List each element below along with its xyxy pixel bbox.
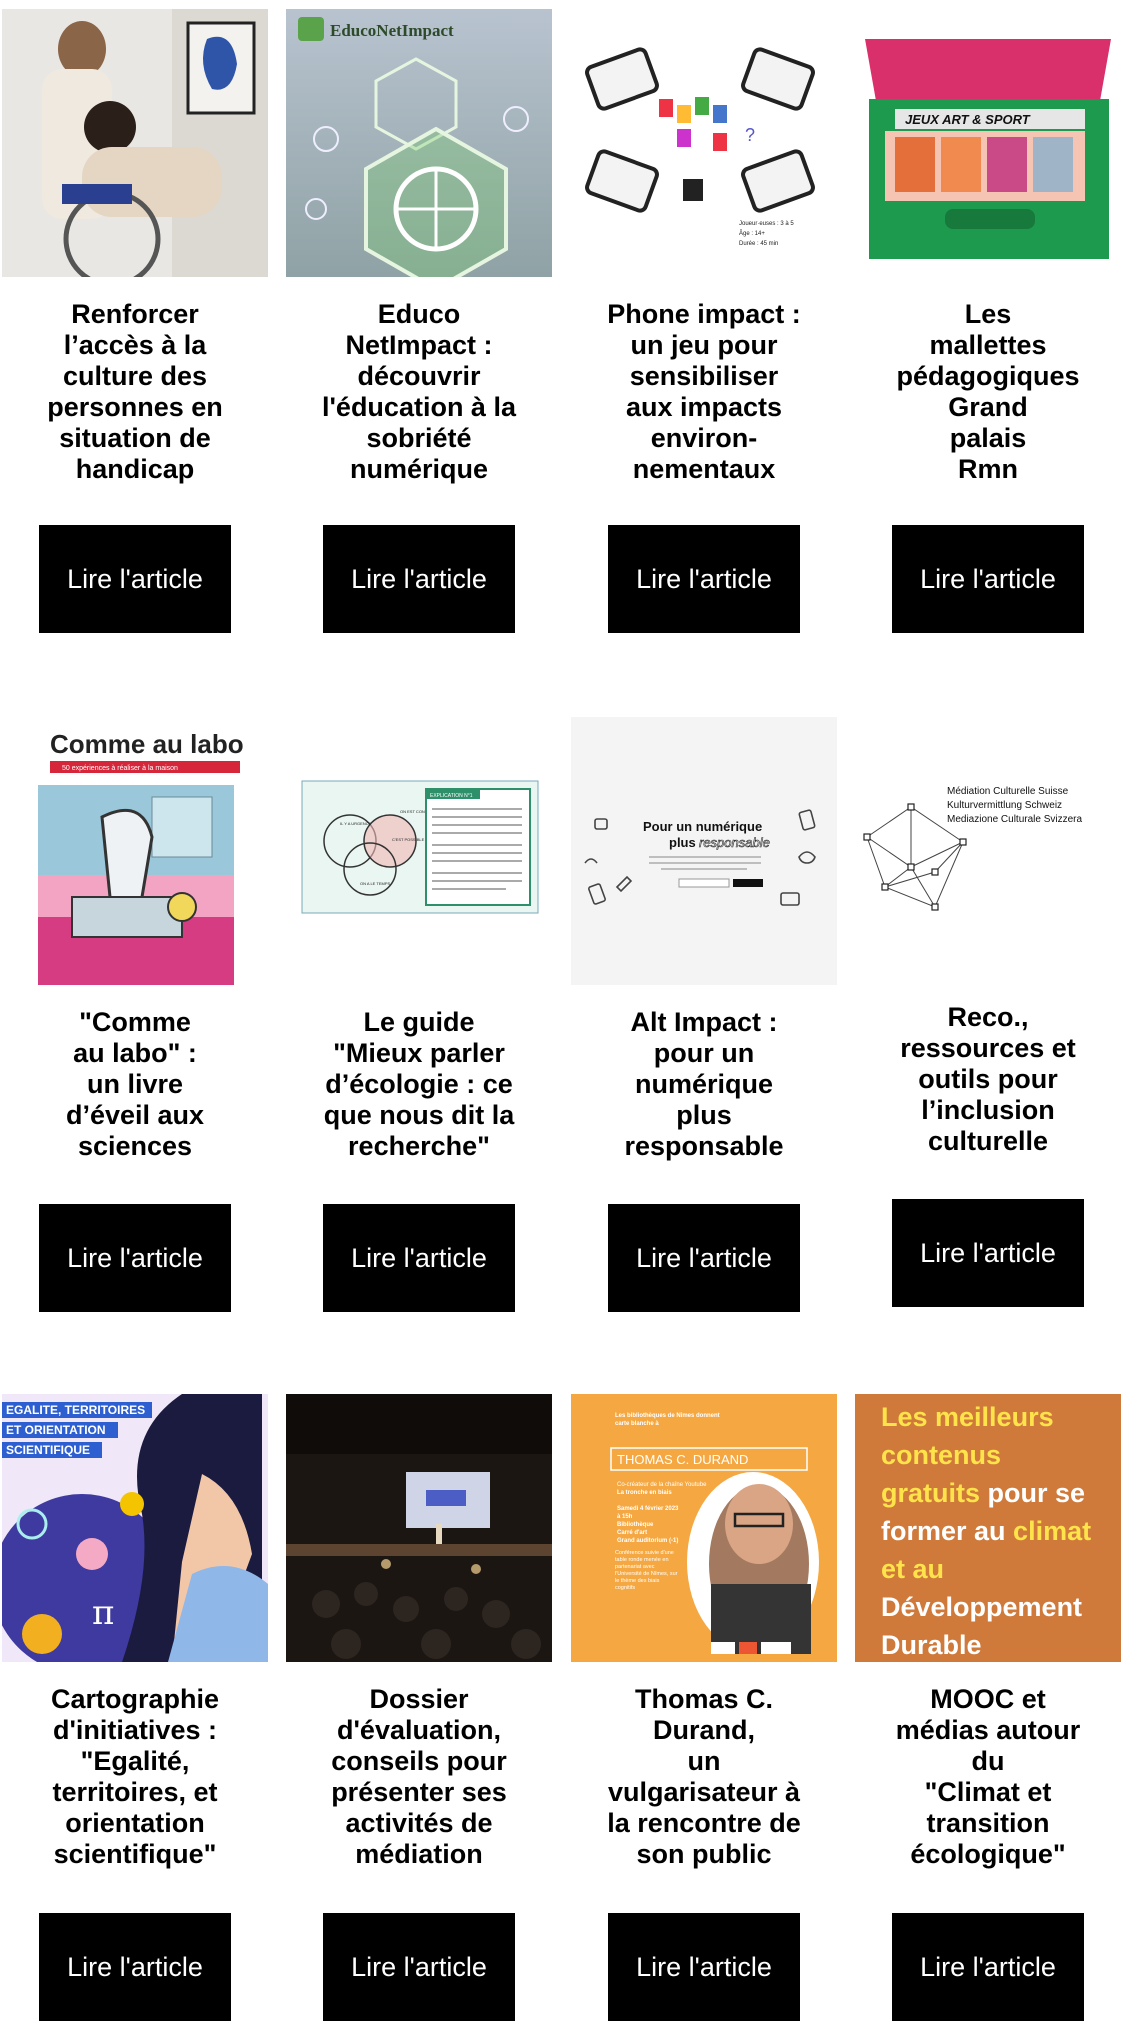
- mooc-line-3b: pour se: [987, 1478, 1086, 1508]
- read-article-button[interactable]: Lire l'article: [892, 525, 1084, 633]
- article-image[interactable]: [286, 1394, 552, 1662]
- article-image[interactable]: EducoNetImpact: [286, 9, 552, 277]
- read-article-button[interactable]: Lire l'article: [608, 525, 800, 633]
- svg-text:Joueur·euses : 3 à 5: Joueur·euses : 3 à 5: [739, 221, 794, 227]
- read-article-button[interactable]: Lire l'article: [892, 1913, 1084, 2021]
- svg-text:Âge : 14+: Âge : 14+: [739, 230, 765, 237]
- article-image[interactable]: [2, 9, 268, 277]
- article-title: "Comme au labo" : un livre d’éveil aux scien…: [65, 1007, 205, 1161]
- article-image[interactable]: Les bibliothèques de Nîmes donnent carte…: [571, 1394, 837, 1662]
- svg-text:responsable: responsable: [699, 835, 770, 850]
- article-title: Le guide "Mieux parler d’écologie : ce que …: [323, 1007, 515, 1161]
- article-image[interactable]: Comme au labo 50 expériences à réaliser …: [2, 717, 268, 985]
- svg-text:Grand auditorium (-1): Grand auditorium (-1): [617, 1538, 678, 1544]
- article-title: Alt Impact : pour un numérique plus responsa…: [624, 1007, 784, 1161]
- read-article-button[interactable]: Lire l'article: [323, 1913, 515, 2021]
- article-title: Les mallettes pédagogiques Grand palais Rmn: [896, 299, 1080, 484]
- svg-text:?: ?: [745, 125, 755, 145]
- svg-text:Carré d'art: Carré d'art: [617, 1530, 647, 1536]
- article-title: Cartographie d'initiatives : "Egalité, terr…: [50, 1684, 220, 1869]
- svg-text:SCIENTIFIQUE: SCIENTIFIQUE: [6, 1443, 90, 1457]
- read-article-button[interactable]: Lire l'article: [608, 1913, 800, 2021]
- svg-text:EGALITE, TERRITOIRES: EGALITE, TERRITOIRES: [6, 1403, 145, 1417]
- svg-text:Durée : 45 min: Durée : 45 min: [739, 241, 778, 247]
- read-article-button[interactable]: Lire l'article: [323, 1204, 515, 1312]
- article-image[interactable]: Les meilleurs contenus gratuits pour se …: [855, 1394, 1121, 1662]
- article-title: Thomas C. Durand, un vulgarisateur à la renc…: [607, 1684, 801, 1869]
- svg-text:plus: plus: [669, 835, 696, 850]
- svg-text:Médiation Culturelle Suisse: Médiation Culturelle Suisse: [947, 786, 1069, 797]
- article-image[interactable]: EGALITE, TERRITOIRES ET ORIENTATION SCIE…: [2, 1394, 268, 1662]
- mooc-promo-text: Les meilleurs contenus gratuits pour se …: [881, 1398, 1116, 1662]
- mooc-line-4: former au climat: [881, 1512, 1116, 1550]
- svg-text:Mediazione Culturale Svizzera: Mediazione Culturale Svizzera: [947, 814, 1083, 825]
- article-title: Phone impact : un jeu pour sensibiliser aux…: [607, 299, 801, 484]
- mooc-line-4a: former au: [881, 1516, 1014, 1546]
- svg-text:IL Y A URGENCE: IL Y A URGENCE: [340, 821, 372, 826]
- article-title: Dossier d'évaluation, conseils pour présent…: [331, 1684, 507, 1869]
- read-article-button[interactable]: Lire l'article: [39, 525, 231, 633]
- read-article-button[interactable]: Lire l'article: [39, 1913, 231, 2021]
- article-title: MOOC et médias autour du "Climat et transiti…: [895, 1684, 1081, 1869]
- read-article-button[interactable]: Lire l'article: [608, 1204, 800, 1312]
- svg-text:JEUX ART & SPORT: JEUX ART & SPORT: [905, 112, 1031, 127]
- article-title: Renforcer l’accès à la culture des personne…: [47, 299, 223, 484]
- svg-text:π: π: [92, 1593, 114, 1633]
- svg-text:Kulturvermittlung Schweiz: Kulturvermittlung Schweiz: [947, 800, 1062, 811]
- svg-text:50 expériences à réaliser à la: 50 expériences à réaliser à la maison: [62, 765, 178, 772]
- mooc-line-3: gratuits pour se: [881, 1474, 1116, 1512]
- svg-text:Pour un numérique: Pour un numérique: [643, 819, 762, 834]
- mooc-line-4b: climat: [1013, 1516, 1092, 1546]
- read-article-button[interactable]: Lire l'article: [323, 525, 515, 633]
- read-article-button[interactable]: Lire l'article: [39, 1204, 231, 1312]
- read-article-button[interactable]: Lire l'article: [892, 1199, 1084, 1307]
- svg-text:EXPLICATION N°1: EXPLICATION N°1: [430, 793, 473, 799]
- article-image[interactable]: IL Y A URGENCE C'EST POSSIBLE ON A LE TE…: [286, 717, 552, 985]
- article-image[interactable]: JEUX ART & SPORT: [855, 9, 1121, 277]
- logo-text: EducoNetImpact: [330, 21, 454, 40]
- article-image[interactable]: Médiation Culturelle Suisse Kulturvermit…: [855, 717, 1121, 985]
- svg-text:Co-créateur de la chaîne Youtu: Co-créateur de la chaîne Youtube: [617, 1482, 707, 1488]
- svg-text:Bibliothèque: Bibliothèque: [617, 1522, 654, 1528]
- svg-text:à 15h: à 15h: [617, 1514, 633, 1520]
- article-title: Educo NetImpact : découvrir l'éducation à l…: [322, 299, 516, 484]
- svg-text:ET ORIENTATION: ET ORIENTATION: [6, 1423, 106, 1437]
- article-image[interactable]: Pour un numérique plus responsable: [571, 717, 837, 985]
- svg-text:ON A LE TEMPS: ON A LE TEMPS: [360, 881, 390, 886]
- article-image[interactable]: Joueur·euses : 3 à 5 Âge : 14+ Durée : 4…: [571, 9, 837, 277]
- svg-text:Comme au labo: Comme au labo: [50, 729, 244, 759]
- svg-text:La tronche en biais: La tronche en biais: [617, 1490, 672, 1496]
- mooc-line-3a: gratuits: [881, 1478, 988, 1508]
- svg-text:Samedi 4 février 2023: Samedi 4 février 2023: [617, 1506, 679, 1512]
- svg-text:THOMAS C. DURAND: THOMAS C. DURAND: [617, 1452, 748, 1467]
- article-title: Reco., ressources et outils pour l’inclusio…: [900, 1002, 1076, 1156]
- svg-text:C'EST POSSIBLE: C'EST POSSIBLE: [392, 837, 425, 842]
